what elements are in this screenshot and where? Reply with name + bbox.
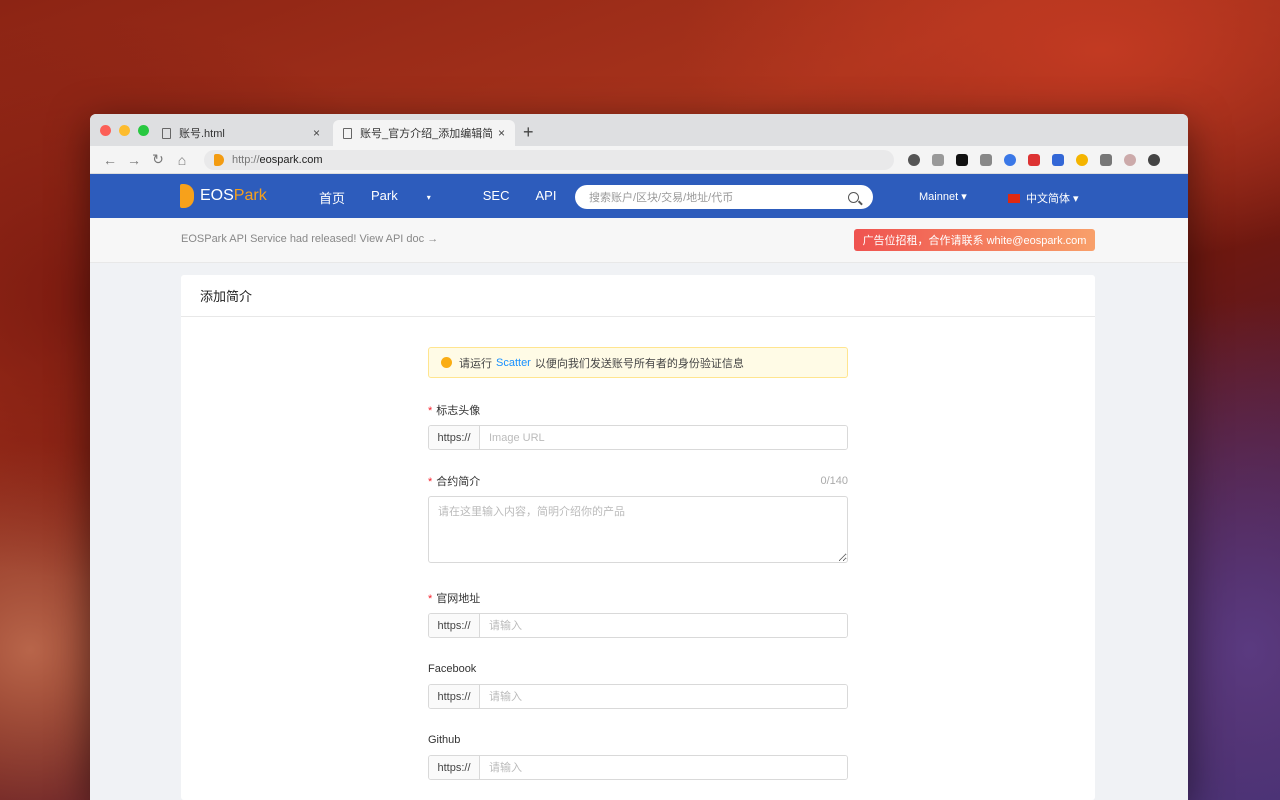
back-icon[interactable]: ← [98, 152, 122, 168]
chrome-icon[interactable] [1076, 153, 1088, 166]
document-icon [162, 127, 171, 139]
facebook-label: Facebook [428, 663, 477, 675]
user-icon[interactable] [1052, 153, 1064, 166]
g-icon[interactable] [1004, 153, 1016, 166]
avatar-input-group: https:// [428, 425, 848, 450]
logo-eos-text: EOS [200, 187, 234, 204]
intro-label: 合约简介 [436, 476, 481, 488]
language-label: 中文简体 ▾ [1026, 193, 1079, 205]
reload-icon[interactable]: ↻ [146, 151, 170, 168]
github-field: Github https:// [428, 732, 848, 780]
url-prefix-addon: https:// [429, 756, 480, 779]
website-input-group: https:// [428, 613, 848, 638]
website-input[interactable] [480, 614, 847, 637]
required-mark: * [428, 476, 433, 488]
new-tab-button[interactable]: + [523, 122, 534, 142]
nav-park[interactable]: Park ▾ [371, 188, 457, 207]
char-counter: 0/140 [820, 475, 848, 487]
notice-bar: EOSPark API Service had released! View A… [90, 218, 1188, 263]
main-nav: 首页 Park ▾ SEC API [319, 188, 582, 207]
field-label: Facebook [428, 661, 848, 677]
close-tab-icon[interactable]: × [498, 126, 505, 140]
url-scheme: http:// [232, 153, 260, 166]
website-label: 官网地址 [436, 593, 481, 605]
website-field: * 官网地址 https:// [428, 590, 848, 638]
nav-sec[interactable]: SEC [483, 188, 510, 207]
bulb-icon[interactable] [908, 153, 920, 166]
forward-icon[interactable]: → [122, 152, 146, 168]
intro-textarea[interactable] [428, 496, 848, 563]
page-content: 添加简介 请运行 Scatter 以便向我们发送账号所有者的身份验证信息 * 标志… [90, 263, 1188, 800]
close-window-button[interactable] [100, 125, 111, 136]
url-prefix-addon: https:// [429, 685, 480, 708]
home-icon[interactable]: ⌂ [170, 152, 194, 168]
tab-accounts[interactable]: 账号.html × [152, 120, 330, 146]
tab-add-intro[interactable]: 账号_官方介绍_添加编辑简介.html × [333, 120, 515, 146]
github-label: Github [428, 734, 461, 746]
nav-api[interactable]: API [536, 188, 557, 207]
github-input-group: https:// [428, 755, 848, 780]
logo-park-text: Park [233, 187, 267, 204]
intro-form: 请运行 Scatter 以便向我们发送账号所有者的身份验证信息 * 标志头像 ht… [428, 347, 848, 780]
tab-label: 账号.html [179, 128, 225, 140]
avatar-label: 标志头像 [436, 405, 481, 417]
maximize-window-button[interactable] [138, 125, 149, 136]
tab-label: 账号_官方介绍_添加编辑简介.html [360, 128, 492, 140]
language-selector[interactable]: 中文简体 ▾ [1008, 190, 1079, 206]
red-icon[interactable] [1028, 153, 1040, 166]
network-selector[interactable]: Mainnet ▾ [919, 190, 967, 203]
avatar-field: * 标志头像 https:// [428, 402, 848, 450]
scatter-alert: 请运行 Scatter 以便向我们发送账号所有者的身份验证信息 [428, 347, 848, 378]
field-label: * 标志头像 [428, 402, 848, 418]
close-tab-icon[interactable]: × [313, 126, 320, 140]
api-notice-link[interactable]: EOSPark API Service had released! View A… [181, 233, 438, 245]
url-prefix-addon: https:// [429, 426, 480, 449]
required-mark: * [428, 405, 433, 417]
facebook-input[interactable] [480, 685, 847, 708]
search-placeholder: 搜索账户/区块/交易/地址/代币 [589, 192, 734, 204]
site-search[interactable]: 搜索账户/区块/交易/地址/代币 [575, 185, 873, 209]
field-label: Github [428, 732, 848, 748]
search-icon[interactable] [848, 191, 859, 203]
browser-window: 账号.html × 账号_官方介绍_添加编辑简介.html × + ← → ↻ … [90, 114, 1188, 800]
url-prefix-addon: https:// [429, 614, 480, 637]
intro-field: * 合约简介 0/140 [428, 473, 848, 568]
facebook-input-group: https:// [428, 684, 848, 709]
dropbox-icon[interactable] [932, 153, 944, 166]
extensions-bar [908, 153, 1160, 166]
chevron-down-icon: ▾ [426, 193, 431, 202]
facebook-field: Facebook https:// [428, 661, 848, 709]
nav-home[interactable]: 首页 [319, 188, 345, 207]
field-label: * 合约简介 0/140 [428, 473, 848, 489]
alert-text-before: 请运行 [459, 357, 492, 370]
scatter-link[interactable]: Scatter [496, 357, 531, 369]
intro-card: 添加简介 请运行 Scatter 以便向我们发送账号所有者的身份验证信息 * 标志… [181, 275, 1095, 800]
r-icon[interactable] [980, 153, 992, 166]
required-mark: * [428, 593, 433, 605]
url-host: eospark.com [259, 153, 323, 166]
vd-icon[interactable] [956, 153, 968, 166]
site-header: EOS Park 首页 Park ▾ SEC API 搜索账户/区块/交易/地址/… [90, 174, 1188, 218]
alert-text-after: 以便向我们发送账号所有者的身份验证信息 [534, 357, 744, 370]
window-controls [100, 125, 149, 136]
document-icon [343, 127, 352, 139]
puzzle-icon[interactable] [1100, 153, 1112, 166]
address-bar[interactable]: http:// eospark.com [204, 149, 894, 170]
nav-park-label: Park [371, 188, 398, 203]
card-title: 添加简介 [181, 275, 1095, 317]
china-flag-icon [1008, 193, 1020, 203]
avatar-icon[interactable] [1124, 153, 1136, 166]
ad-banner[interactable]: 广告位招租，合作请联系 white@eospark.com [854, 229, 1095, 251]
browser-toolbar: ← → ↻ ⌂ http:// eospark.com [90, 146, 1188, 174]
field-label: * 官网地址 [428, 590, 848, 606]
logo-mark-icon [180, 184, 194, 208]
github-input[interactable] [480, 756, 847, 779]
minimize-window-button[interactable] [119, 125, 130, 136]
avatar-url-input[interactable] [480, 426, 847, 449]
warning-icon [441, 357, 452, 368]
update-icon[interactable] [1148, 153, 1160, 166]
site-logo[interactable]: EOS Park [180, 184, 267, 208]
site-favicon-icon [214, 153, 224, 166]
tab-strip: 账号.html × 账号_官方介绍_添加编辑简介.html × + [90, 114, 1188, 146]
